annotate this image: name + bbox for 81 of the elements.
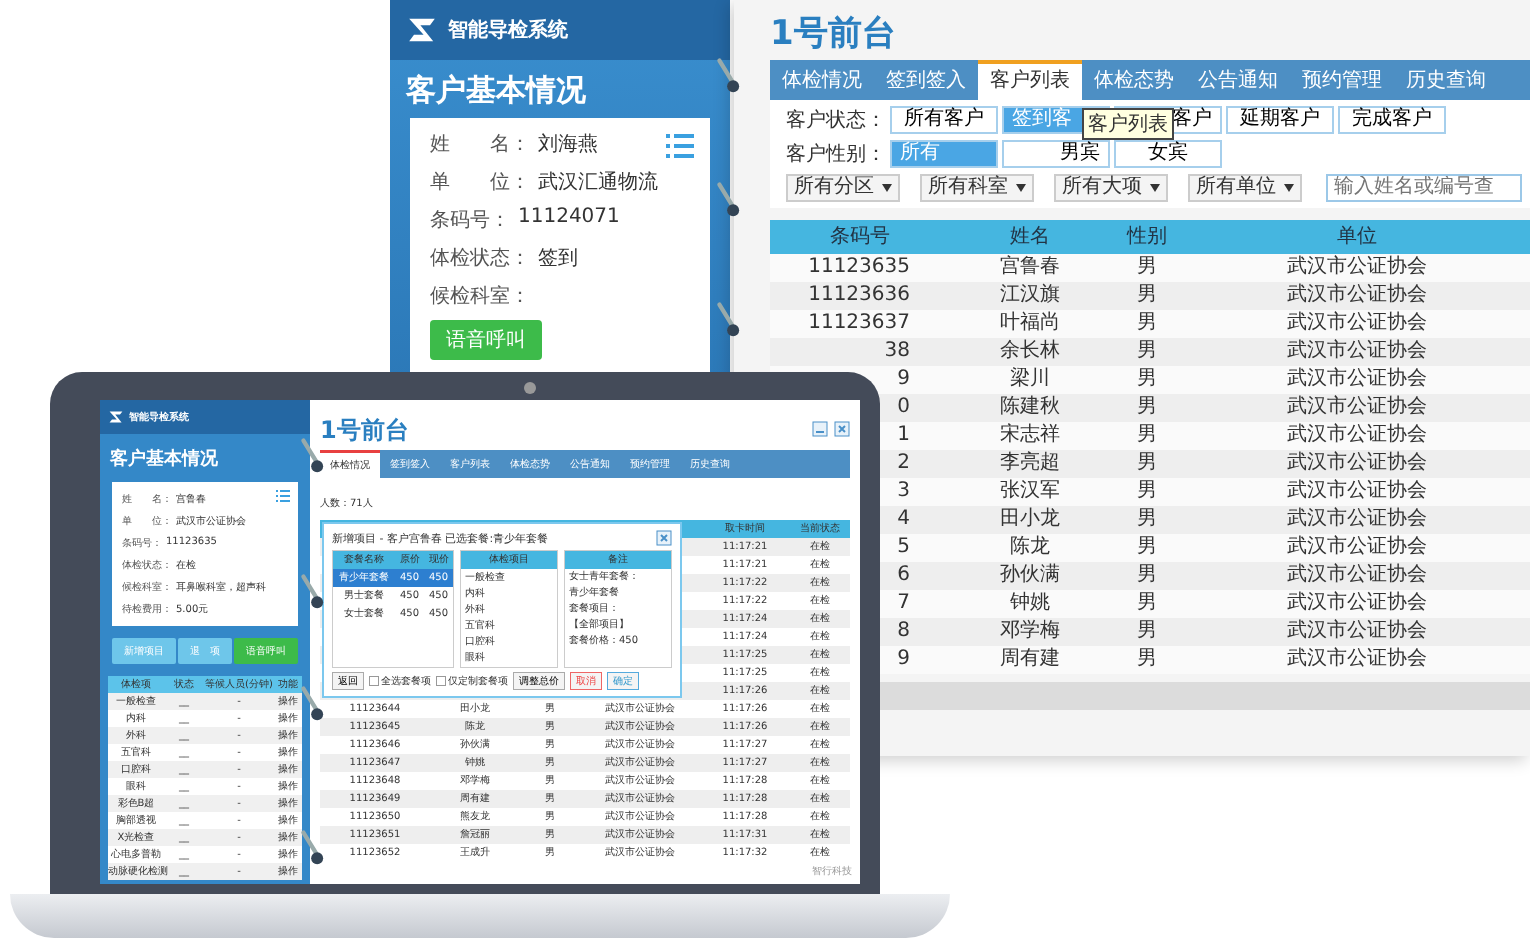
table-cell: 9 xyxy=(897,368,910,390)
table-cell: 男 xyxy=(1137,368,1157,390)
table-cell: 陈龙 xyxy=(1010,536,1050,558)
field-label: 姓 名： xyxy=(430,132,530,158)
table-cell: 武汉市公证协会 xyxy=(1287,452,1427,474)
field-value: 刘海燕 xyxy=(538,131,598,158)
table-cell: 男 xyxy=(1137,648,1157,670)
table-cell: 陈建秋 xyxy=(1000,396,1060,418)
table-cell: 武汉市公证协会 xyxy=(1287,284,1427,306)
table-cell: 2 xyxy=(897,452,910,474)
table-cell: 1 xyxy=(897,424,910,446)
table-cell: 男 xyxy=(1137,340,1157,362)
field-label: 条码号： xyxy=(430,208,510,234)
page-title: 1号前台 xyxy=(770,12,898,58)
table-cell: 男 xyxy=(1137,312,1157,334)
table-cell: 田小龙 xyxy=(1000,508,1060,530)
table-cell: 11123637 xyxy=(808,312,910,334)
table-cell: 男 xyxy=(1137,396,1157,418)
table-cell: 周有建 xyxy=(1000,648,1060,670)
table-cell: 男 xyxy=(1137,284,1157,306)
tooltip: 客户列表 xyxy=(1082,108,1174,140)
table-cell: 余长林 xyxy=(1000,340,1060,362)
table-cell: 6 xyxy=(897,564,910,586)
table-cell: 武汉市公证协会 xyxy=(1287,312,1427,334)
table-cell: 5 xyxy=(897,536,910,558)
table-cell: 武汉市公证协会 xyxy=(1287,368,1427,390)
filter-label: 客户性别： xyxy=(786,141,886,168)
table-cell: 武汉市公证协会 xyxy=(1287,424,1427,446)
app-logo-text: 智能导检系统 xyxy=(448,17,568,44)
table-cell: 武汉市公证协会 xyxy=(1287,648,1427,670)
table-cell: 男 xyxy=(1137,424,1157,446)
table-cell: 8 xyxy=(897,620,910,642)
table-cell: 0 xyxy=(897,396,910,418)
field-label: 候检科室： xyxy=(430,283,530,310)
table-cell: 宋志祥 xyxy=(1000,424,1060,446)
table-cell: 武汉市公证协会 xyxy=(1287,620,1427,642)
field-value: 11124071 xyxy=(518,206,620,232)
table-cell: 男 xyxy=(1137,480,1157,502)
panel-title: 客户基本情况 xyxy=(108,446,220,473)
filter-label: 客户状态： xyxy=(786,107,886,134)
table-cell: 武汉市公证协会 xyxy=(1287,536,1427,558)
table-cell: 梁川 xyxy=(1010,368,1050,390)
table-cell: 9 xyxy=(897,648,910,670)
table-cell: 男 xyxy=(1137,452,1157,474)
column-header: 性别 xyxy=(1124,223,1169,252)
table-cell: 11123635 xyxy=(808,256,910,278)
table-cell: 武汉市公证协会 xyxy=(1287,396,1427,418)
field-value: 签到 xyxy=(538,246,578,272)
column-header: 单位 xyxy=(1335,223,1379,252)
field-label: 单 位： xyxy=(430,169,530,196)
table-cell: 武汉市公证协会 xyxy=(1287,508,1427,530)
table-cell: 7 xyxy=(897,592,910,614)
table-cell: 孙伙满 xyxy=(1000,564,1060,586)
table-cell: 宫鲁春 xyxy=(1000,256,1060,278)
field-value: 武汉汇通物流 xyxy=(538,169,658,196)
table-cell: 男 xyxy=(1137,592,1157,614)
table-cell: 武汉市公证协会 xyxy=(1287,592,1427,614)
page-title: 1号前台 xyxy=(320,414,409,446)
column-header: 条码号 xyxy=(828,224,892,252)
table-cell: 武汉市公证协会 xyxy=(1287,340,1427,362)
panel-title: 客户基本情况 xyxy=(404,70,588,112)
table-cell: 武汉市公证协会 xyxy=(1287,256,1427,278)
column-header: 姓名 xyxy=(1008,224,1052,252)
table-cell: 男 xyxy=(1137,508,1157,530)
table-cell: 武汉市公证协会 xyxy=(1287,480,1427,502)
table-cell: 4 xyxy=(897,508,910,530)
table-cell: 男 xyxy=(1137,620,1157,642)
table-cell: 张汉军 xyxy=(1000,480,1060,502)
table-cell: 男 xyxy=(1137,536,1157,558)
table-cell: 武汉市公证协会 xyxy=(1287,564,1427,586)
table-cell: 叶福尚 xyxy=(1000,312,1060,334)
table-cell: 38 xyxy=(884,340,910,362)
table-cell: 3 xyxy=(897,480,910,502)
table-cell: 邓学梅 xyxy=(1000,620,1060,642)
table-cell: 钟姚 xyxy=(1010,592,1050,614)
table-cell: 11123636 xyxy=(808,284,910,306)
table-cell: 江汉旗 xyxy=(1000,284,1060,306)
field-label: 体检状态： xyxy=(430,245,530,272)
table-cell: 男 xyxy=(1137,256,1157,278)
table-cell: 男 xyxy=(1137,564,1157,586)
table-cell: 李亮超 xyxy=(1000,452,1060,474)
